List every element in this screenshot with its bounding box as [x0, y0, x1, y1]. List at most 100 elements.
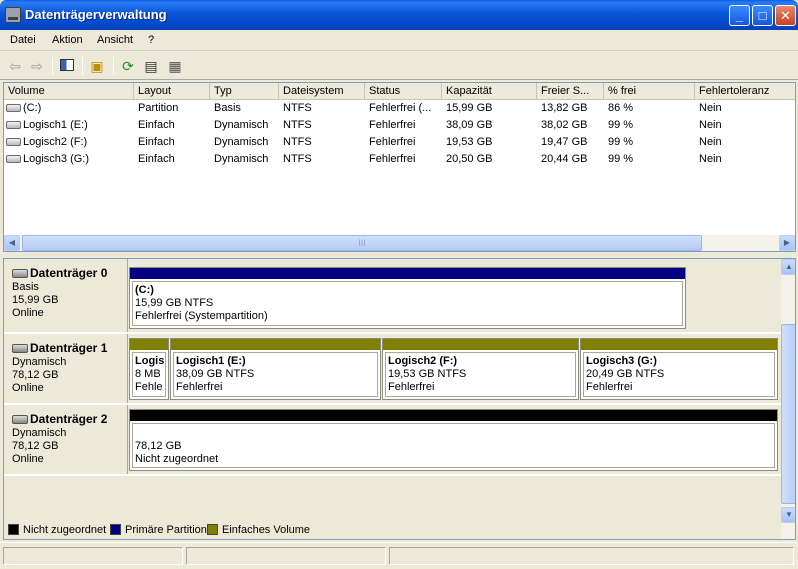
help-icon[interactable]: ▣ [88, 57, 106, 75]
partition-label: (C:) [135, 284, 154, 296]
col-dateisystem[interactable]: Dateisystem [279, 83, 365, 100]
partition-size: 20,49 GB NTFS [586, 368, 665, 380]
console-tree-icon[interactable] [58, 57, 76, 75]
window-title: Datenträgerverwaltung [25, 7, 167, 22]
menu-help[interactable]: ? [148, 34, 154, 46]
partition-c[interactable]: (C:) 15,99 GB NTFS Fehlerfrei (Systempar… [129, 267, 686, 329]
scroll-up-button[interactable]: ▲ [781, 259, 795, 275]
typ-cell: Dynamisch [214, 153, 269, 165]
freier-speicher-cell: 20,44 GB [541, 153, 588, 165]
layout-cell: Einfach [138, 119, 175, 131]
disk-type: Dynamisch [12, 427, 67, 439]
freier-speicher-cell: 19,47 GB [541, 136, 588, 148]
drive-icon [6, 138, 21, 147]
prozent-frei-cell: 99 % [608, 119, 634, 131]
disk-size: 15,99 GB [12, 294, 59, 306]
col-status[interactable]: Status [365, 83, 442, 100]
col-typ[interactable]: Typ [210, 83, 279, 100]
horizontal-scrollbar[interactable]: ◀ III ▶ [4, 235, 795, 251]
fehlertoleranz-cell: Nein [699, 102, 722, 114]
forward-icon[interactable]: ⇨ [28, 57, 46, 75]
partition-status: Fehle [135, 381, 163, 393]
status-cell: Fehlerfrei [369, 119, 416, 131]
col-kapazitaet[interactable]: Kapazität [442, 83, 537, 100]
disk-state: Online [12, 307, 44, 319]
dateisystem-cell: NTFS [283, 119, 312, 131]
prozent-frei-cell: 99 % [608, 153, 634, 165]
status-bar [0, 542, 798, 569]
volume-list[interactable]: Volume Layout Typ Dateisystem Status Kap… [3, 82, 796, 252]
dateisystem-cell: NTFS [283, 136, 312, 148]
volume-cell: Logisch1 (E:) [6, 119, 88, 131]
fehlertoleranz-cell: Nein [699, 136, 722, 148]
legend: Nicht zugeordnet Primäre Partition Einfa… [4, 509, 781, 539]
scroll-down-button[interactable]: ▼ [781, 507, 795, 523]
unallocated-space[interactable]: 78,12 GB Nicht zugeordnet [129, 409, 778, 471]
disk-icon [12, 269, 28, 279]
status-cell: Fehlerfrei [369, 136, 416, 148]
refresh-icon[interactable]: ⟳ [119, 57, 137, 75]
typ-cell: Dynamisch [214, 119, 269, 131]
kapazitaet-cell: 20,50 GB [446, 153, 493, 165]
col-volume[interactable]: Volume [4, 83, 134, 100]
typ-cell: Basis [214, 102, 241, 114]
freier-speicher-cell: 13,82 GB [541, 102, 588, 114]
disk-state: Online [12, 382, 44, 394]
prozent-frei-cell: 99 % [608, 136, 634, 148]
minimize-button[interactable]: _ [729, 5, 750, 26]
partition-f[interactable]: Logisch2 (F:) 19,53 GB NTFS Fehlerfrei [382, 338, 579, 400]
scroll-right-button[interactable]: ▶ [779, 235, 795, 251]
dateisystem-cell: NTFS [283, 153, 312, 165]
partition-small[interactable]: Logis 8 MB Fehle [129, 338, 169, 400]
scroll-left-button[interactable]: ◀ [4, 235, 20, 251]
maximize-button[interactable]: □ [752, 5, 773, 26]
dateisystem-cell: NTFS [283, 102, 312, 114]
title-bar[interactable]: Datenträgerverwaltung _ □ ✕ [0, 0, 798, 30]
help-topic-icon[interactable]: ▦ [166, 57, 184, 75]
partition-label: Logisch1 (E:) [176, 355, 246, 367]
prozent-frei-cell: 86 % [608, 102, 634, 114]
disk-0-info[interactable]: Datenträger 0 Basis 15,99 GB Online [4, 259, 128, 332]
toolbar: ⇦ ⇨ ▣ ⟳ ▤ ▦ [0, 52, 798, 80]
partition-status: Nicht zugeordnet [135, 453, 219, 465]
partition-label: Logis [135, 355, 165, 367]
disk-name: Datenträger 1 [30, 341, 108, 355]
vertical-scrollbar[interactable]: ▲ ▼ [781, 259, 795, 539]
close-button[interactable]: ✕ [775, 5, 796, 26]
partition-label: Logisch2 (F:) [388, 355, 458, 367]
horizontal-scroll-thumb[interactable]: III [22, 235, 702, 251]
legend-swatch [8, 524, 19, 535]
disk-name: Datenträger 2 [30, 412, 108, 426]
disk-2-info[interactable]: Datenträger 2 Dynamisch 78,12 GB Online [4, 405, 128, 474]
col-layout[interactable]: Layout [134, 83, 210, 100]
menu-datei[interactable]: Datei [10, 34, 36, 46]
partition-g[interactable]: Logisch3 (G:) 20,49 GB NTFS Fehlerfrei [580, 338, 778, 400]
status-cell: Fehlerfrei [369, 153, 416, 165]
partition-status: Fehlerfrei [388, 381, 435, 393]
disk-1-row[interactable]: Datenträger 1 Dynamisch 78,12 GB Online … [4, 334, 781, 404]
disk-state: Online [12, 453, 44, 465]
menu-aktion[interactable]: Aktion [52, 34, 83, 46]
vertical-scroll-thumb[interactable] [781, 324, 795, 504]
col-prozent-frei[interactable]: % frei [604, 83, 695, 100]
disk-1-info[interactable]: Datenträger 1 Dynamisch 78,12 GB Online [4, 334, 128, 403]
disk-management-app-icon[interactable] [5, 7, 21, 23]
table-row[interactable]: Logisch2 (F:) Einfach Dynamisch NTFS Feh… [4, 134, 795, 151]
back-icon[interactable]: ⇦ [6, 57, 24, 75]
properties-icon[interactable]: ▤ [142, 57, 160, 75]
table-row[interactable]: (C:) Partition Basis NTFS Fehlerfrei (..… [4, 100, 795, 117]
typ-cell: Dynamisch [214, 136, 269, 148]
layout-cell: Partition [138, 102, 179, 114]
legend-simple-volume: Einfaches Volume [207, 524, 310, 536]
table-row[interactable]: Logisch1 (E:) Einfach Dynamisch NTFS Feh… [4, 117, 795, 134]
col-fehlertoleranz[interactable]: Fehlertoleranz [695, 83, 795, 100]
partition-e[interactable]: Logisch1 (E:) 38,09 GB NTFS Fehlerfrei [170, 338, 381, 400]
partition-size: 8 MB [135, 368, 161, 380]
table-row[interactable]: Logisch3 (G:) Einfach Dynamisch NTFS Feh… [4, 151, 795, 168]
menu-ansicht[interactable]: Ansicht [97, 34, 133, 46]
disk-0-row[interactable]: Datenträger 0 Basis 15,99 GB Online (C:)… [4, 259, 781, 333]
col-freier-speicher[interactable]: Freier S... [537, 83, 604, 100]
disk-graphical-view[interactable]: Datenträger 0 Basis 15,99 GB Online (C:)… [3, 258, 796, 540]
disk-2-row[interactable]: Datenträger 2 Dynamisch 78,12 GB Online … [4, 405, 781, 475]
menu-bar: Datei Aktion Ansicht ? [0, 30, 798, 51]
